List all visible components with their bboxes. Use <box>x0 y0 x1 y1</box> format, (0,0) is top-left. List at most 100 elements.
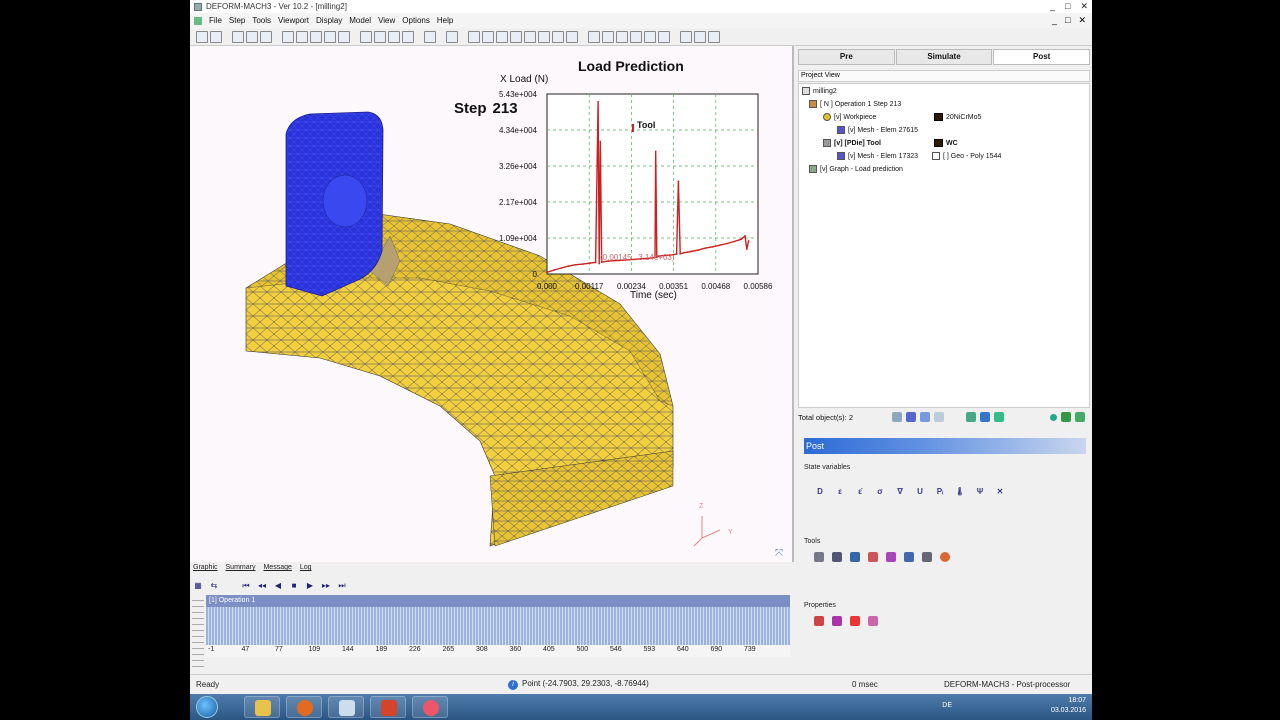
graphics-viewport[interactable]: 0 1.09e+004 2.17e+004 3.26e+004 4.34e+004 5.4… <box>190 46 794 562</box>
step-timeline[interactable]: [1] Operation 1 -1 47 77 109 144 189 226 265 308… <box>206 595 790 657</box>
taskbar-app2[interactable] <box>412 696 448 718</box>
cube-icon[interactable] <box>360 31 372 43</box>
display-icon[interactable] <box>832 616 842 626</box>
help-pointer-icon[interactable] <box>680 31 692 43</box>
tray-language[interactable]: DE <box>942 702 952 709</box>
taskbar-explorer[interactable] <box>244 696 280 718</box>
play-icon[interactable]: ▶ <box>305 581 315 591</box>
strain-rate-icon[interactable]: ε̇ <box>854 486 866 498</box>
strain-icon[interactable]: ε <box>834 486 846 498</box>
start-button[interactable] <box>196 696 218 718</box>
paint-icon[interactable] <box>980 412 990 422</box>
grid-icon[interactable] <box>324 31 336 43</box>
project-tree[interactable]: milling2 [ N ] Operation 1 Step 213 [v] … <box>798 83 1090 408</box>
menu-file[interactable]: File <box>209 16 222 25</box>
tree-view-icon[interactable] <box>892 412 902 422</box>
velocity-icon[interactable]: ∇ <box>894 486 906 498</box>
step-select-icon[interactable]: ⇆ <box>209 581 219 591</box>
tree-workpiece-mesh[interactable]: [v] Mesh - Elem 27615 <box>837 126 918 134</box>
tab-post[interactable]: Post <box>993 49 1091 65</box>
timeline-track[interactable] <box>206 607 790 645</box>
settings-icon[interactable] <box>694 31 706 43</box>
rotate-icon[interactable] <box>524 31 536 43</box>
axis-y-icon[interactable] <box>616 31 628 43</box>
settings-icon[interactable] <box>868 616 878 626</box>
taskbar-app[interactable] <box>370 696 406 718</box>
axis-view-icon[interactable] <box>658 31 670 43</box>
refresh-icon[interactable] <box>338 31 350 43</box>
stop-icon[interactable] <box>708 31 720 43</box>
menu-help[interactable]: Help <box>437 16 453 25</box>
pointer-icon[interactable] <box>468 31 480 43</box>
colors-icon[interactable] <box>850 616 860 626</box>
tab-log[interactable]: Log <box>300 562 312 574</box>
user-variable-icon[interactable]: Ψ <box>974 486 986 498</box>
tab-graphic[interactable]: Graphic <box>193 562 218 574</box>
split-icon[interactable] <box>310 31 322 43</box>
last-step-icon[interactable]: ⏭ <box>337 581 347 591</box>
cube-front-icon[interactable] <box>374 31 386 43</box>
damage-icon[interactable]: D <box>814 486 826 498</box>
minimize-button[interactable]: _ <box>1050 0 1055 13</box>
palette-icon[interactable] <box>994 412 1004 422</box>
stress-icon[interactable]: σ <box>874 486 886 498</box>
axis-iso-icon[interactable] <box>644 31 656 43</box>
menu-options[interactable]: Options <box>402 16 430 25</box>
menu-view[interactable]: View <box>378 16 395 25</box>
play-backward-icon[interactable]: ◀ <box>273 581 283 591</box>
first-step-icon[interactable]: ⏮ <box>241 581 251 591</box>
tree-tool[interactable]: [v] [PDie] Tool <box>823 139 881 147</box>
slice-icon[interactable] <box>886 552 896 562</box>
stop-icon[interactable]: ■ <box>289 581 299 591</box>
tab-summary[interactable]: Summary <box>226 562 256 574</box>
tab-pre[interactable]: Pre <box>798 49 895 65</box>
temperature-icon[interactable]: 🌡 <box>954 486 966 498</box>
close-button[interactable]: ✕ <box>1080 0 1088 13</box>
graph-icon[interactable]: ▦ <box>193 581 203 591</box>
bucket-icon[interactable] <box>424 31 436 43</box>
table-icon[interactable] <box>922 552 932 562</box>
rotate-y-icon[interactable] <box>552 31 564 43</box>
tree-operation[interactable]: [ N ] Operation 1 Step 213 <box>809 100 901 108</box>
axis-x-icon[interactable] <box>602 31 614 43</box>
previous-step-icon[interactable]: ◂◂ <box>257 581 267 591</box>
copy-icon[interactable] <box>934 412 944 422</box>
rotate-z-icon[interactable] <box>566 31 578 43</box>
print-icon[interactable] <box>232 31 244 43</box>
mdi-minimize-button[interactable]: _ <box>1052 13 1057 28</box>
workpiece-material[interactable]: 20NiCrMo5 <box>934 113 981 121</box>
tree-tool-geo[interactable]: [ ] Geo - Poly 1544 <box>932 152 1001 160</box>
pressure-icon[interactable]: Pᵢ <box>934 486 946 498</box>
pan-icon[interactable] <box>482 31 494 43</box>
menu-display[interactable]: Display <box>316 16 342 25</box>
tab-simulate[interactable]: Simulate <box>895 49 993 65</box>
mdi-restore-button[interactable]: □ <box>1065 13 1070 28</box>
tab-message[interactable]: Message <box>263 562 291 574</box>
zoom-icon[interactable] <box>496 31 508 43</box>
tree-tool-mesh[interactable]: [v] Mesh - Elem 17323 <box>837 152 918 160</box>
menu-step[interactable]: Step <box>229 16 245 25</box>
new-icon[interactable] <box>196 31 208 43</box>
font-icon[interactable] <box>814 616 824 626</box>
cube-side-icon[interactable] <box>388 31 400 43</box>
flow-net-icon[interactable] <box>868 552 878 562</box>
dot-icon[interactable] <box>1050 414 1057 421</box>
ruler-icon[interactable] <box>446 31 458 43</box>
image-icon[interactable] <box>260 31 272 43</box>
window-icon[interactable] <box>282 31 294 43</box>
layout-icon[interactable] <box>296 31 308 43</box>
axis-icon[interactable] <box>588 31 600 43</box>
rotate-x-icon[interactable] <box>538 31 550 43</box>
axis-z-icon[interactable] <box>630 31 642 43</box>
tree-graph[interactable]: [v] Graph - Load prediction <box>809 165 903 173</box>
wear-icon[interactable] <box>904 552 914 562</box>
menu-tools[interactable]: Tools <box>252 16 271 25</box>
zoom-box-icon[interactable] <box>510 31 522 43</box>
taskbar-deform[interactable] <box>328 696 364 718</box>
chart-icon[interactable] <box>832 552 842 562</box>
tree-root[interactable]: milling2 <box>802 87 837 95</box>
nodes-alt-icon[interactable] <box>1075 412 1085 422</box>
displacement-icon[interactable]: U <box>914 486 926 498</box>
menu-viewport[interactable]: Viewport <box>278 16 309 25</box>
mesh-view-icon[interactable] <box>906 412 916 422</box>
